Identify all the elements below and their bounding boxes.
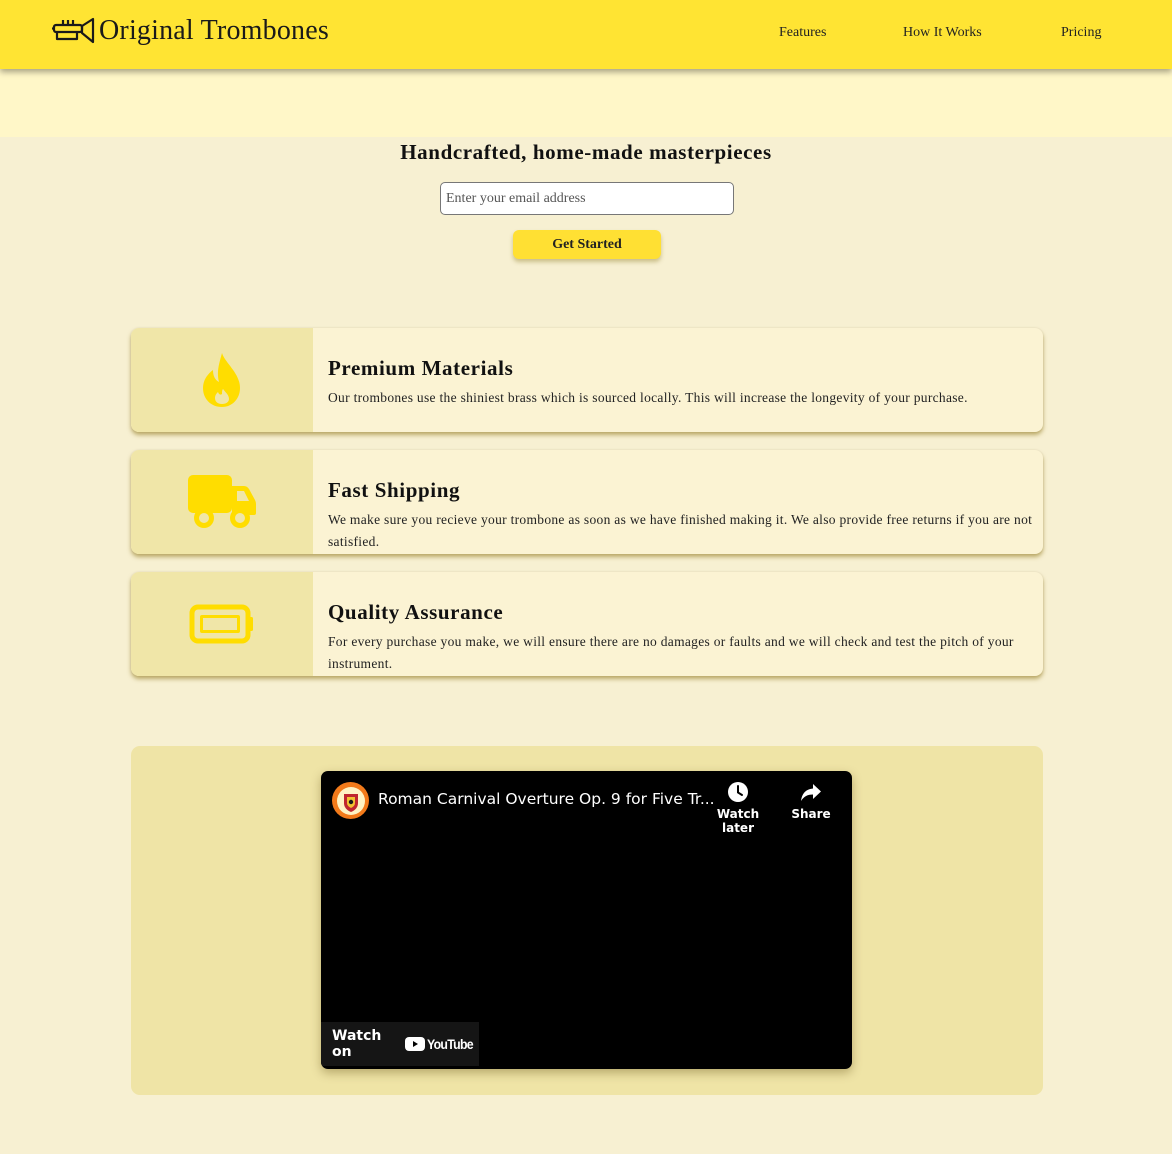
youtube-embed[interactable]: Roman Carnival Overture Op. 9 for Five T… xyxy=(321,771,852,1069)
feature-icon-box xyxy=(131,572,313,676)
youtube-logo: YouTube xyxy=(404,1036,479,1052)
nav-link-features[interactable]: Features xyxy=(779,25,826,41)
email-input[interactable] xyxy=(440,182,734,215)
crest-icon xyxy=(336,786,365,815)
nav-link-how-it-works[interactable]: How It Works xyxy=(903,25,982,41)
feature-icon-box xyxy=(131,328,313,432)
share-button[interactable]: Share xyxy=(776,781,846,821)
youtube-play-icon xyxy=(404,1037,425,1051)
watch-later-label: Watch later xyxy=(716,807,760,835)
feature-card-quality-assurance: Quality Assurance For every purchase you… xyxy=(131,572,1043,676)
feature-icon-box xyxy=(131,450,313,554)
feature-title: Quality Assurance xyxy=(328,600,504,624)
feature-title: Premium Materials xyxy=(328,356,514,380)
brand-name: Original Trombones xyxy=(99,15,329,46)
hero-title: Handcrafted, home-made masterpieces xyxy=(400,140,772,164)
share-label: Share xyxy=(791,807,831,821)
feature-card-premium-materials: Premium Materials Our trombones use the … xyxy=(131,328,1043,432)
share-icon xyxy=(801,784,821,801)
truck-icon xyxy=(188,475,256,528)
feature-card-fast-shipping: Fast Shipping We make sure you recieve y… xyxy=(131,450,1043,554)
nav-link-pricing[interactable]: Pricing xyxy=(1061,25,1101,41)
trumpet-icon xyxy=(52,17,95,44)
video-title[interactable]: Roman Carnival Overture Op. 9 for Five T… xyxy=(378,790,715,808)
feature-description: For every purchase you make, we will ens… xyxy=(328,634,1014,671)
feature-description: We make sure you recieve your trombone a… xyxy=(328,512,1033,549)
brand-logo[interactable]: Original Trombones xyxy=(51,14,329,48)
fire-icon xyxy=(203,353,240,407)
hero-band xyxy=(0,69,1172,137)
youtube-wordmark: YouTube xyxy=(426,1036,474,1052)
clock-icon xyxy=(728,782,748,802)
watch-later-button[interactable]: Watch later xyxy=(703,781,773,835)
watch-on-label: Watch on xyxy=(332,1028,382,1060)
battery-icon xyxy=(189,604,253,644)
site-header: Original Trombones Features How It Works… xyxy=(0,0,1172,69)
get-started-button[interactable]: Get Started xyxy=(513,230,661,259)
feature-description: Our trombones use the shiniest brass whi… xyxy=(328,390,968,405)
feature-title: Fast Shipping xyxy=(328,478,461,502)
channel-avatar[interactable] xyxy=(332,782,369,819)
watch-on-youtube-button[interactable]: Watch on YouTube xyxy=(321,1022,479,1066)
